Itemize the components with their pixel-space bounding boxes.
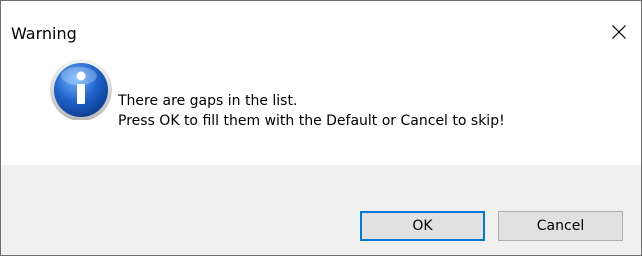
cancel-button[interactable]: Cancel [498, 211, 623, 241]
close-icon [612, 25, 626, 39]
ok-button[interactable]: OK [360, 211, 485, 241]
dialog-message: There are gaps in the list. Press OK to … [118, 91, 505, 131]
information-icon [50, 59, 112, 120]
close-button[interactable] [597, 17, 641, 47]
button-bar: OK Cancel [1, 165, 641, 255]
title-bar: Warning [1, 1, 641, 45]
dialog-title: Warning [11, 24, 77, 43]
message-line-2: Press OK to fill them with the Default o… [118, 113, 505, 129]
message-line-1: There are gaps in the list. [118, 93, 298, 109]
warning-dialog: Warning There are gaps in the list. Pres… [0, 0, 642, 256]
